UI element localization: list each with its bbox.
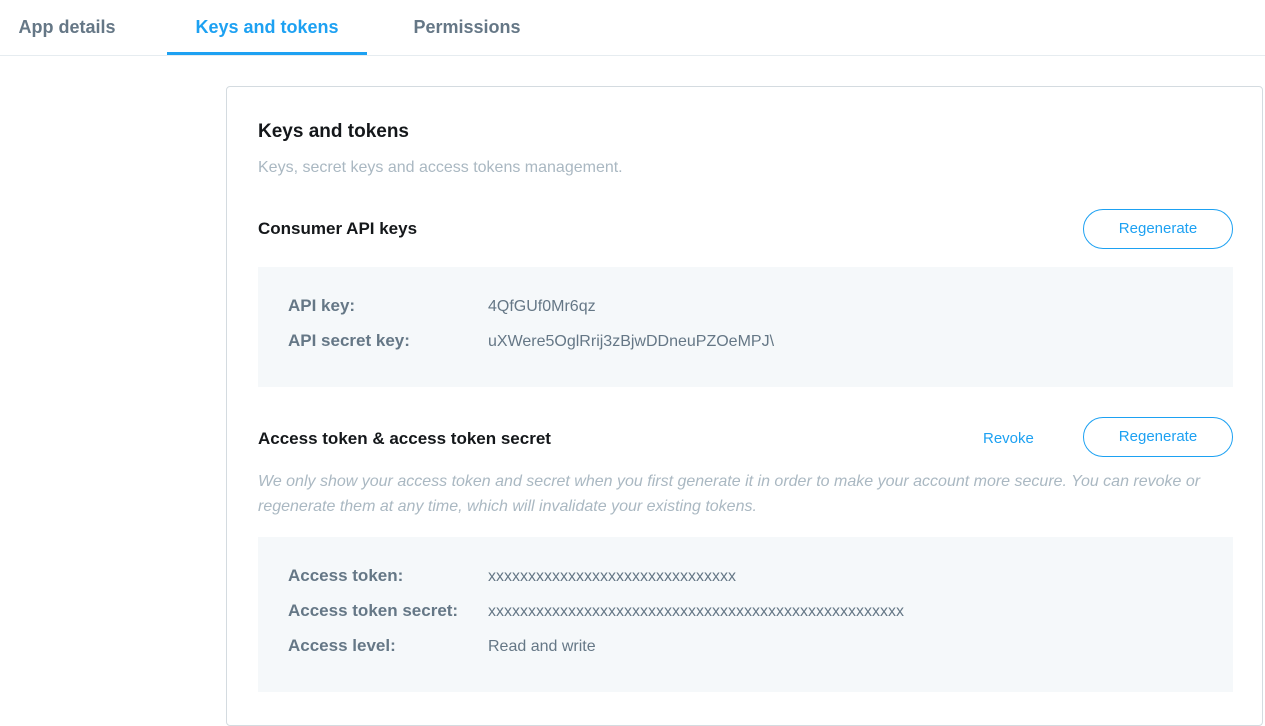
consumer-keys-title: Consumer API keys — [258, 219, 418, 238]
card-title: Keys and tokens — [258, 121, 409, 142]
api-secret-row: API secret key: uXWere5OglRrij3zBjwDDneuP… — [288, 331, 774, 351]
access-token-note: We only show your access token and secre… — [258, 473, 1201, 515]
revoke-link[interactable]: Revoke — [983, 430, 1034, 447]
access-level-value: Read and write — [488, 638, 596, 655]
consumer-regenerate-button[interactable]: Regenerate — [1083, 209, 1233, 249]
api-secret-label: API secret key: — [288, 331, 410, 350]
api-secret-value: uXWere5OglRrij3zBjwDDneuPZOeMPJ\ — [488, 333, 775, 350]
api-key-label: API key: — [288, 296, 356, 315]
card-subtitle: Keys, secret keys and access tokens mana… — [258, 159, 623, 176]
api-key-value: 4QfGUf0Mr6qz — [488, 298, 596, 315]
access-level-row: Access level: Read and write — [288, 636, 596, 656]
access-token-value: xxxxxxxxxxxxxxxxxxxxxxxxxxxxxxx — [488, 568, 736, 585]
access-token-panel: Access token: xxxxxxxxxxxxxxxxxxxxxxxxxxx… — [258, 537, 1233, 692]
tab-permissions[interactable]: Permissions — [393, 0, 541, 55]
access-token-label: Access token: — [288, 566, 404, 585]
tab-app-details[interactable]: App details — [0, 0, 134, 55]
access-level-label: Access level: — [288, 636, 396, 655]
access-regenerate-button[interactable]: Regenerate — [1083, 417, 1233, 457]
access-token-secret-value: xxxxxxxxxxxxxxxxxxxxxxxxxxxxxxxxxxxxxxxx… — [488, 603, 904, 620]
access-token-title: Access token & access token secret — [258, 429, 551, 448]
tab-bar: App details Keys and tokens Permissions — [0, 0, 1265, 56]
tab-keys-and-tokens[interactable]: Keys and tokens — [167, 0, 367, 55]
access-token-row: Access token: xxxxxxxxxxxxxxxxxxxxxxxxxxx… — [288, 566, 736, 586]
access-token-secret-label: Access token secret: — [288, 601, 459, 620]
api-key-row: API key: 4QfGUf0Mr6qz — [288, 296, 596, 316]
keys-card: Keys and tokens Keys, secret keys and ac… — [226, 86, 1263, 726]
consumer-keys-panel: API key: 4QfGUf0Mr6qz API secret key: uXWe… — [258, 267, 1233, 387]
access-token-secret-row: Access token secret: xxxxxxxxxxxxxxxxxxxx… — [288, 601, 904, 621]
